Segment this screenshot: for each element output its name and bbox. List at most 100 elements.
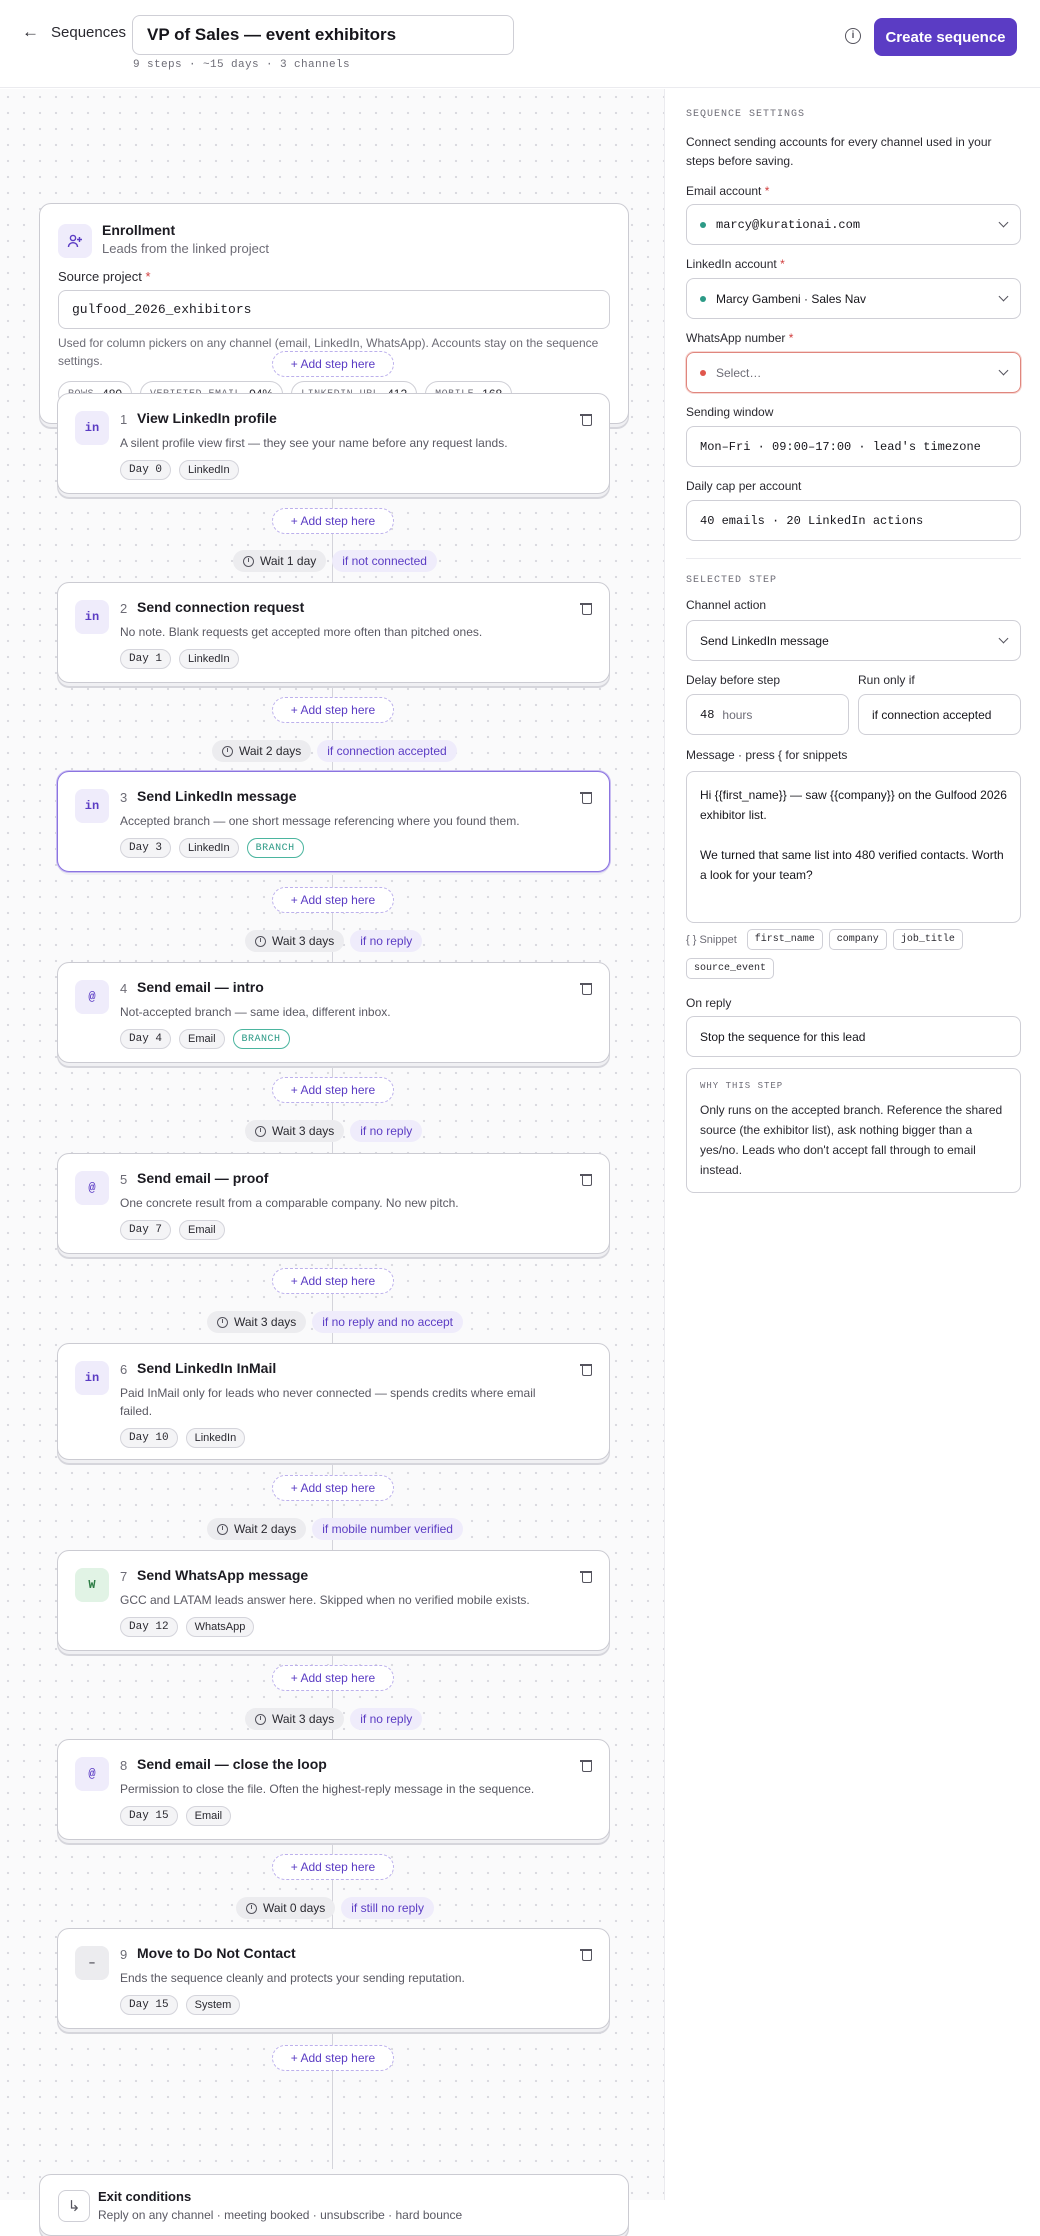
- add-step-button[interactable]: + Add step here: [272, 697, 394, 723]
- add-step-button[interactable]: + Add step here: [272, 1077, 394, 1103]
- step-card[interactable]: –9 Move to Do Not Contact Ends the sequenc…: [57, 1928, 610, 2029]
- snippet-bar-row-2: source_event: [686, 958, 775, 979]
- channel-tag: Email: [179, 1029, 225, 1049]
- step-card[interactable]: @5 Send email — proof One concrete result …: [57, 1153, 610, 1254]
- wait-condition[interactable]: Wait 0 days if still no reply: [236, 1897, 434, 1919]
- message-textarea[interactable]: Hi {{first_name}} — saw {{company}} on t…: [686, 771, 1021, 923]
- connected-status-dot: [700, 295, 706, 302]
- step-card[interactable]: @8 Send email — close the loop Permission …: [57, 1739, 610, 1840]
- snippet-chip[interactable]: company: [828, 929, 887, 950]
- wait-condition[interactable]: Wait 3 days if no reply and no accept: [207, 1311, 464, 1333]
- daily-cap-input[interactable]: 40 emails · 20 LinkedIn actions: [686, 500, 1021, 541]
- linkedin-account-select[interactable]: Marcy Gambeni · Sales Nav: [686, 278, 1021, 319]
- email-account-value: marcy@kurationai.com: [716, 217, 861, 232]
- wait-pill: Wait 0 days: [236, 1897, 336, 1919]
- chevron-down-icon: [998, 217, 1009, 228]
- step-tags: Day 15 System: [120, 1995, 241, 2015]
- sending-window-input[interactable]: Mon–Fri · 09:00–17:00 · lead's timezone: [686, 426, 1021, 467]
- channel-tag: WhatsApp: [185, 1617, 255, 1637]
- wait-condition[interactable]: Wait 3 days if no reply: [245, 930, 423, 952]
- add-step-button[interactable]: + Add step here: [272, 351, 394, 377]
- info-icon[interactable]: i: [845, 28, 861, 44]
- delay-input[interactable]: 48 hours: [686, 694, 849, 735]
- enrollment-subtitle: Leads from the linked project: [102, 241, 269, 256]
- settings-intro: Connect sending accounts for every chann…: [686, 135, 992, 168]
- trash-icon[interactable]: [580, 1363, 592, 1376]
- channel-action-select[interactable]: Send LinkedIn message: [686, 620, 1021, 661]
- trash-icon[interactable]: [580, 1173, 592, 1186]
- trash-icon[interactable]: [580, 791, 592, 804]
- wait-label: Wait 3 days: [272, 1712, 335, 1726]
- whatsapp-placeholder: Select…: [716, 365, 762, 380]
- wait-condition[interactable]: Wait 2 days if connection accepted: [212, 740, 457, 762]
- step-title: Send LinkedIn InMail: [137, 1360, 277, 1376]
- chevron-down-icon: [998, 633, 1009, 644]
- linkedin-account-value: Marcy Gambeni · Sales Nav: [716, 291, 867, 306]
- delay-value: 48: [700, 707, 715, 722]
- trash-icon[interactable]: [580, 982, 592, 995]
- day-tag: Day 15: [120, 1995, 178, 2015]
- message-label: Message · press { for snippets: [686, 748, 848, 762]
- snippet-chip[interactable]: job_title: [892, 929, 963, 950]
- why-body: Only runs on the accepted branch. Refere…: [700, 1103, 1003, 1177]
- add-step-button[interactable]: + Add step here: [272, 508, 394, 534]
- on-reply-input[interactable]: Stop the sequence for this lead: [686, 1016, 1021, 1057]
- wait-label: Wait 2 days: [234, 1522, 297, 1536]
- add-step-button[interactable]: + Add step here: [272, 1475, 394, 1501]
- create-sequence-button[interactable]: Create sequence: [874, 18, 1017, 56]
- back-button[interactable]: ← Sequences: [22, 22, 126, 42]
- channel-tag: LinkedIn: [179, 460, 239, 480]
- step-description: A silent profile view first — they see y…: [120, 436, 508, 450]
- add-step-button[interactable]: + Add step here: [272, 1854, 394, 1880]
- trash-icon[interactable]: [580, 413, 592, 426]
- clock-icon: [255, 935, 266, 947]
- add-step-button[interactable]: + Add step here: [272, 1268, 394, 1294]
- step-description: Accepted branch — one short message refe…: [120, 814, 520, 828]
- wait-pill: Wait 2 days: [207, 1518, 307, 1540]
- email-icon: @: [75, 1171, 109, 1205]
- run-only-if-input[interactable]: if connection accepted: [858, 694, 1021, 735]
- source-project-input[interactable]: gulfood_2026_exhibitors: [58, 290, 610, 329]
- add-step-button[interactable]: + Add step here: [272, 2045, 394, 2071]
- whatsapp-number-select[interactable]: Select…: [686, 352, 1021, 393]
- linkedin-icon: in: [75, 600, 109, 634]
- trash-icon[interactable]: [580, 1570, 592, 1583]
- add-user-icon: [58, 224, 92, 258]
- daily-cap-label: Daily cap per account: [686, 479, 802, 493]
- channel-tag: LinkedIn: [179, 649, 239, 669]
- step-card[interactable]: in 1 View LinkedIn profile A silent profile…: [57, 393, 610, 494]
- whatsapp-number-label: WhatsApp number *: [686, 331, 794, 345]
- day-tag: Day 4: [120, 1029, 172, 1049]
- step-description: No note. Blank requests get accepted mor…: [120, 625, 483, 639]
- step-card[interactable]: @4 Send email — intro Not-accepted branch …: [57, 962, 610, 1063]
- snippet-chip[interactable]: first_name: [746, 929, 823, 950]
- trash-icon[interactable]: [580, 602, 592, 615]
- wait-condition[interactable]: Wait 3 days if no reply: [245, 1120, 423, 1142]
- exit-subtitle: Reply on any channel · meeting booked · …: [98, 2208, 463, 2222]
- exit-conditions-card[interactable]: ↳ Exit conditions Reply on any channel ·…: [39, 2174, 629, 2236]
- day-tag: Day 3: [120, 838, 172, 858]
- email-icon: @: [75, 1757, 109, 1791]
- step-card[interactable]: W 7 Send WhatsApp message GCC and LATAM lea…: [57, 1550, 610, 1651]
- email-account-select[interactable]: marcy@kurationai.com: [686, 204, 1021, 245]
- add-step-button[interactable]: + Add step here: [272, 1665, 394, 1691]
- trash-icon[interactable]: [580, 1759, 592, 1772]
- step-card[interactable]: in 6 Send LinkedIn InMail Paid InMail only …: [57, 1343, 610, 1460]
- wait-condition[interactable]: Wait 2 days if mobile number verified: [207, 1518, 463, 1540]
- step-title: Send email — proof: [137, 1170, 269, 1186]
- back-label: Sequences: [51, 23, 127, 41]
- wait-condition[interactable]: Wait 3 days if no reply: [245, 1708, 423, 1730]
- trash-icon[interactable]: [580, 1948, 592, 1961]
- wait-condition[interactable]: Wait 1 day if not connected: [233, 550, 437, 572]
- wait-pill: Wait 3 days: [245, 1120, 345, 1142]
- step-number: 6: [120, 1362, 128, 1377]
- step-number: 9: [120, 1947, 128, 1962]
- connected-status-dot: [700, 221, 706, 228]
- step-card[interactable]: in 2 Send connection request No note. Blank…: [57, 582, 610, 683]
- sequence-title-input[interactable]: VP of Sales — event exhibitors: [132, 15, 514, 55]
- wait-pill: Wait 1 day: [233, 550, 327, 572]
- snippet-chip[interactable]: source_event: [686, 958, 775, 979]
- add-step-button[interactable]: + Add step here: [272, 887, 394, 913]
- step-description: Not-accepted branch — same idea, differe…: [120, 1005, 391, 1019]
- step-card[interactable]: in 3 Send LinkedIn message Accepted branch …: [57, 771, 610, 872]
